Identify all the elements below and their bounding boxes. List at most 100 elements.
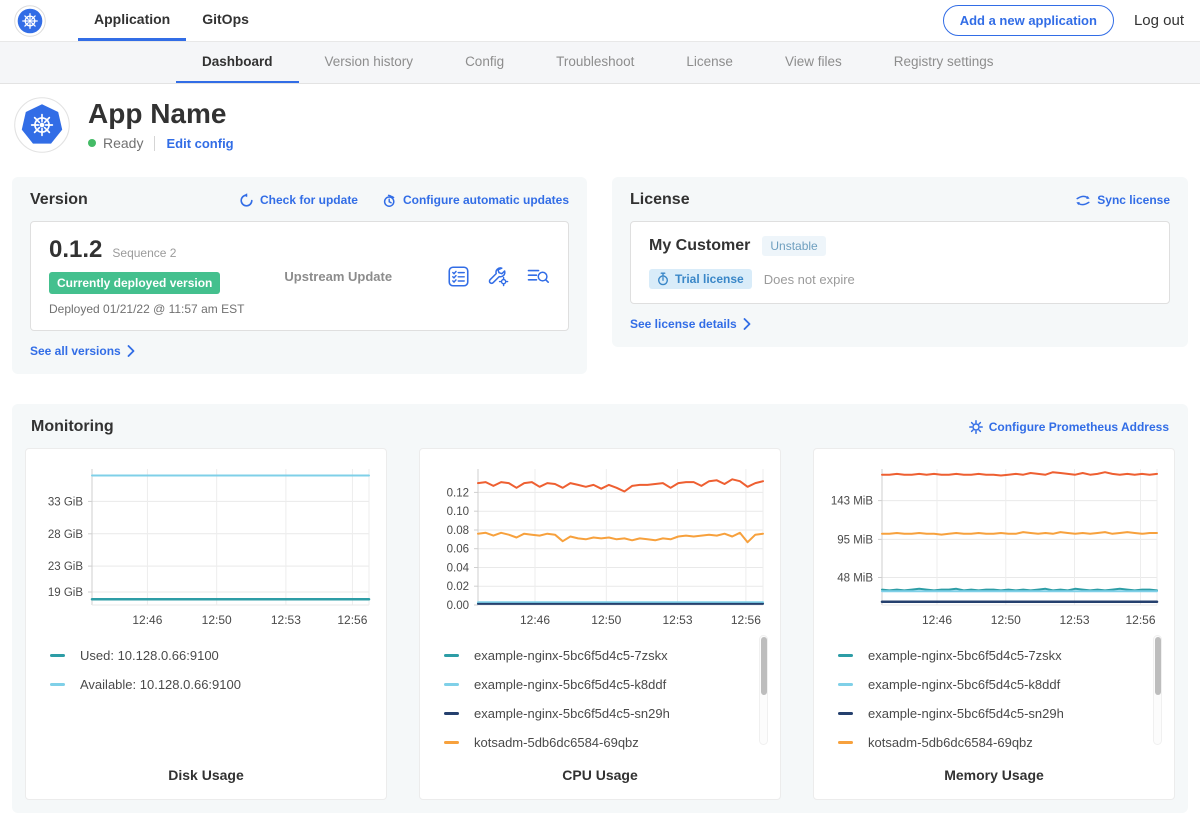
legend-label: Used: 10.128.0.66:9100 <box>80 648 219 663</box>
sub-tab-troubleshoot[interactable]: Troubleshoot <box>530 42 660 83</box>
legend-swatch-icon <box>444 654 459 657</box>
legend-item: example-nginx-5bc6f5d4c5-7zskx <box>838 641 1164 670</box>
svg-text:12:53: 12:53 <box>271 613 301 627</box>
page-title: App Name <box>88 99 234 128</box>
svg-text:95 MiB: 95 MiB <box>837 534 873 546</box>
sub-tab-dashboard[interactable]: Dashboard <box>176 42 299 83</box>
top-nav-right: Add a new application Log out <box>943 0 1200 41</box>
chart-plot-cpu-usage: 0.000.020.040.060.080.100.1212:4612:5012… <box>430 461 768 631</box>
deployed-status-badge: Currently deployed version <box>49 272 220 294</box>
refresh-icon <box>239 193 254 208</box>
sub-tab-registry-settings[interactable]: Registry settings <box>868 42 1020 83</box>
chart-title: Memory Usage <box>824 757 1164 791</box>
legend-label: kotsadm-5db6dc6584-69qbz <box>474 735 639 750</box>
see-all-versions-link[interactable]: See all versions <box>30 344 135 358</box>
edit-config-link[interactable]: Edit config <box>166 136 233 151</box>
check-for-update-link[interactable]: Check for update <box>239 193 358 208</box>
legend-item: example-nginx-5bc6f5d4c5-k8ddf <box>838 670 1164 699</box>
sub-tab-license[interactable]: License <box>660 42 759 83</box>
main-content: Version Check for update <box>0 170 1200 813</box>
legend-item: example-nginx-5bc6f5d4c5-sn29h <box>838 699 1164 728</box>
svg-text:12:46: 12:46 <box>520 613 550 627</box>
sub-tab-config[interactable]: Config <box>439 42 530 83</box>
svg-text:12:50: 12:50 <box>591 613 621 627</box>
legend-item: example-nginx-5bc6f5d4c5-7zskx <box>444 641 770 670</box>
svg-text:19 GiB: 19 GiB <box>48 587 83 599</box>
legend-swatch-icon <box>50 683 65 686</box>
chart-legend: Used: 10.128.0.66:9100 Available: 10.128.… <box>36 631 376 757</box>
app-icon <box>14 97 70 153</box>
svg-text:33 GiB: 33 GiB <box>48 496 83 508</box>
preflight-checklist-icon[interactable] <box>448 266 469 287</box>
chart-legend: example-nginx-5bc6f5d4c5-7zskx example-ng… <box>824 631 1164 757</box>
legend-swatch-icon <box>444 741 459 744</box>
chart-plot-memory-usage: 48 MiB95 MiB143 MiB12:4612:5012:5312:56 <box>824 461 1162 631</box>
svg-text:28 GiB: 28 GiB <box>48 529 83 541</box>
svg-text:12:53: 12:53 <box>662 613 692 627</box>
legend-label: example-nginx-5bc6f5d4c5-sn29h <box>474 706 670 721</box>
configure-prometheus-link[interactable]: Configure Prometheus Address <box>969 420 1169 434</box>
file-search-icon[interactable] <box>527 267 550 286</box>
version-number: 0.1.2 <box>49 236 102 264</box>
version-card: Version Check for update <box>12 177 587 374</box>
top-nav-tabs: ApplicationGitOps <box>78 0 265 41</box>
legend-scrollbar[interactable] <box>759 635 768 745</box>
brand-logo <box>14 0 46 41</box>
add-application-button[interactable]: Add a new application <box>943 5 1114 36</box>
svg-text:12:53: 12:53 <box>1059 613 1089 627</box>
chart-line-3 <box>882 532 1157 535</box>
svg-text:12:56: 12:56 <box>1125 613 1155 627</box>
chart-legend: example-nginx-5bc6f5d4c5-7zskx example-ng… <box>430 631 770 757</box>
schedule-refresh-icon <box>382 193 397 208</box>
svg-text:0.02: 0.02 <box>447 581 469 593</box>
sync-arrows-icon <box>1075 194 1091 207</box>
scrollbar-thumb[interactable] <box>761 637 767 695</box>
svg-text:12:50: 12:50 <box>991 613 1021 627</box>
legend-scrollbar[interactable] <box>1153 635 1162 745</box>
monitoring-card: Monitoring Configure Prometheus Address <box>12 404 1188 813</box>
legend-swatch-icon <box>838 654 853 657</box>
scrollbar-thumb[interactable] <box>1155 637 1161 695</box>
top-tab-gitops[interactable]: GitOps <box>186 0 265 41</box>
channel-badge: Unstable <box>762 236 825 256</box>
sub-tab-version-history[interactable]: Version history <box>299 42 440 83</box>
wrench-gear-icon[interactable] <box>487 266 509 287</box>
legend-label: Available: 10.128.0.66:9100 <box>80 677 241 692</box>
see-license-details-link[interactable]: See license details <box>630 317 751 331</box>
status-text: Ready <box>103 135 143 151</box>
legend-item: kotsadm-5db6dc6584-69qbz <box>444 728 770 757</box>
configure-automatic-updates-link[interactable]: Configure automatic updates <box>382 193 569 208</box>
current-version-box: 0.1.2 Sequence 2 Currently deployed vers… <box>30 221 569 331</box>
legend-swatch-icon <box>838 712 853 715</box>
charts-row: 19 GiB23 GiB28 GiB33 GiB12:4612:5012:531… <box>25 448 1175 800</box>
svg-text:12:46: 12:46 <box>922 613 952 627</box>
svg-text:0.12: 0.12 <box>447 487 469 499</box>
legend-label: example-nginx-5bc6f5d4c5-k8ddf <box>868 677 1060 692</box>
customer-name: My Customer <box>649 237 750 255</box>
svg-text:0.06: 0.06 <box>447 544 469 556</box>
top-tab-application[interactable]: Application <box>78 0 186 41</box>
gear-icon <box>969 420 983 434</box>
legend-label: example-nginx-5bc6f5d4c5-sn29h <box>868 706 1064 721</box>
sub-tab-view-files[interactable]: View files <box>759 42 868 83</box>
chart-line-3 <box>478 533 763 542</box>
chart-line-4 <box>478 479 763 491</box>
license-card: License Sync license My Custo <box>612 177 1188 347</box>
license-expiry: Does not expire <box>764 272 855 287</box>
legend-swatch-icon <box>444 712 459 715</box>
legend-swatch-icon <box>838 683 853 686</box>
chart-title: CPU Usage <box>430 757 770 791</box>
legend-item: Used: 10.128.0.66:9100 <box>50 641 376 670</box>
app-status-row: Ready Edit config <box>88 135 234 151</box>
sync-license-link[interactable]: Sync license <box>1075 193 1170 207</box>
svg-text:48 MiB: 48 MiB <box>837 573 873 585</box>
legend-label: example-nginx-5bc6f5d4c5-k8ddf <box>474 677 666 692</box>
legend-swatch-icon <box>50 654 65 657</box>
cards-row: Version Check for update <box>12 177 1188 374</box>
divider <box>154 136 155 151</box>
license-box: My Customer Unstable Trial license Does … <box>630 221 1170 304</box>
status-dot-icon <box>88 139 96 147</box>
logout-button[interactable]: Log out <box>1134 12 1184 29</box>
legend-swatch-icon <box>444 683 459 686</box>
version-source-label: Upstream Update <box>284 269 392 284</box>
